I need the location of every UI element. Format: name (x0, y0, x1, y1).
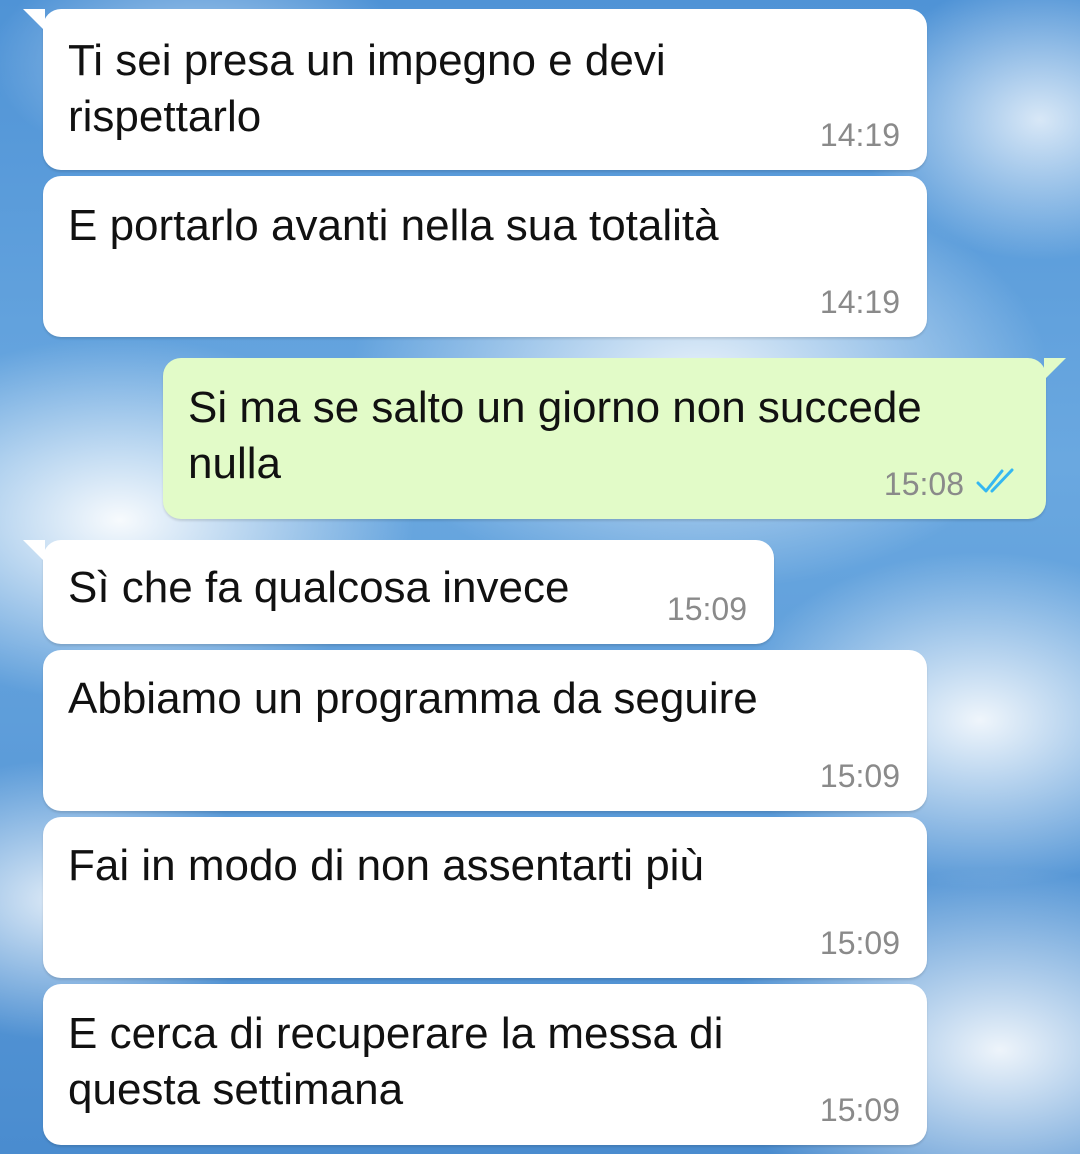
message-incoming[interactable]: E portarlo avanti nella sua totalità 14:… (43, 176, 927, 337)
message-incoming[interactable]: E cerca di recuperare la messa di questa… (43, 984, 927, 1145)
message-incoming[interactable]: Fai in modo di non assentarti più 15:09 (43, 817, 927, 978)
message-timestamp: 15:09 (819, 1092, 900, 1128)
message-timestamp: 14:19 (819, 117, 900, 153)
message-text: E portarlo avanti nella sua totalità (68, 201, 719, 250)
message-timestamp: 14:19 (819, 284, 900, 320)
message-text: Abbiamo un programma da seguire (68, 674, 758, 723)
message-text: E cerca di recuperare la messa di questa… (68, 1009, 724, 1114)
message-timestamp: 15:09 (819, 925, 900, 961)
message-outgoing[interactable]: Si ma se salto un giorno non succede nul… (163, 358, 1066, 519)
message-timestamp: 15:09 (819, 758, 900, 794)
message-incoming[interactable]: Ti sei presa un impegno e devi rispettar… (23, 9, 927, 170)
message-text: Fai in modo di non assentarti più (68, 841, 704, 890)
message-timestamp: 15:08 (883, 466, 964, 502)
message-text: Si ma se salto un giorno non succede nul… (188, 383, 922, 488)
message-incoming[interactable]: Abbiamo un programma da seguire 15:09 (43, 650, 927, 811)
message-timestamp: 15:09 (666, 591, 747, 627)
message-text: Sì che fa qualcosa invece (68, 563, 570, 612)
message-text: Ti sei presa un impegno e devi rispettar… (68, 36, 666, 141)
chat-conversation: Ti sei presa un impegno e devi rispettar… (0, 0, 1080, 1154)
double-check-icon (976, 468, 1014, 493)
message-incoming[interactable]: Sì che fa qualcosa invece 15:09 (23, 540, 774, 644)
